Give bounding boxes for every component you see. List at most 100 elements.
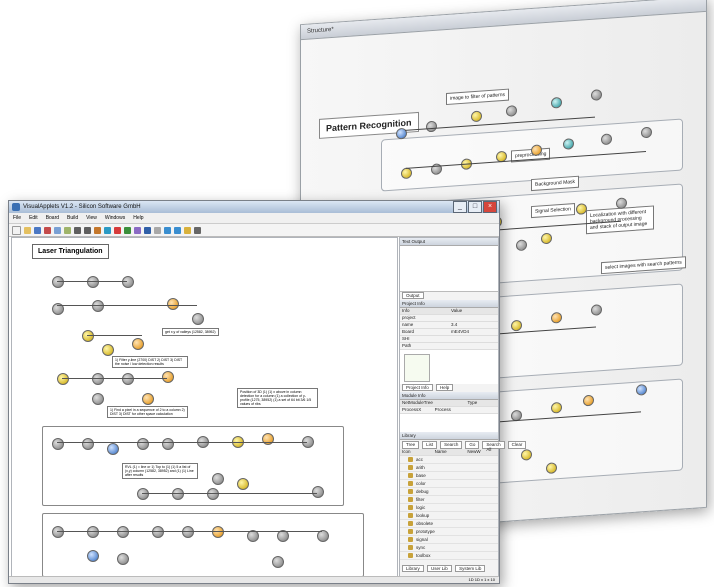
operator-node[interactable] bbox=[52, 526, 64, 538]
help-icon[interactable] bbox=[194, 226, 201, 234]
operator-node[interactable] bbox=[142, 393, 154, 405]
operator-node[interactable] bbox=[117, 553, 129, 565]
thumbnail-preview[interactable] bbox=[404, 354, 430, 382]
paste-icon[interactable] bbox=[64, 226, 71, 234]
operator-node[interactable] bbox=[132, 338, 144, 350]
operator-node[interactable] bbox=[87, 276, 99, 288]
link-icon[interactable] bbox=[144, 226, 151, 234]
operator-node[interactable] bbox=[87, 550, 99, 562]
operator-node[interactable] bbox=[172, 488, 184, 500]
copy-icon[interactable] bbox=[54, 226, 61, 234]
library-item[interactable]: toolbox bbox=[400, 552, 498, 560]
go-button[interactable]: Go bbox=[465, 441, 480, 449]
operator-node[interactable] bbox=[92, 300, 104, 312]
table-row[interactable]: Path bbox=[400, 343, 498, 350]
operator-node[interactable] bbox=[52, 276, 64, 288]
operator-node[interactable] bbox=[87, 526, 99, 538]
save-icon[interactable] bbox=[34, 226, 41, 234]
library-item[interactable]: acc bbox=[400, 456, 498, 464]
library-item[interactable]: obsolete bbox=[400, 520, 498, 528]
library-item[interactable]: base bbox=[400, 472, 498, 480]
operator-node[interactable] bbox=[107, 443, 119, 455]
tab-user-lib[interactable]: User Lib bbox=[427, 565, 452, 572]
canvas-note[interactable]: 1) Filter y-line (2700) DIST 2) DIST 3) … bbox=[112, 356, 188, 368]
open-icon[interactable] bbox=[24, 226, 31, 234]
maximize-button[interactable]: □ bbox=[468, 201, 482, 213]
clear-button[interactable]: Clear bbox=[507, 441, 527, 449]
run-icon[interactable] bbox=[104, 226, 111, 234]
operator-node[interactable] bbox=[92, 393, 104, 405]
operator-node[interactable] bbox=[312, 486, 324, 498]
library-item[interactable]: prototype bbox=[400, 528, 498, 536]
library-item[interactable]: lookup bbox=[400, 512, 498, 520]
operator-node[interactable] bbox=[162, 438, 174, 450]
minimize-button[interactable]: _ bbox=[453, 201, 467, 213]
close-button[interactable]: × bbox=[483, 201, 497, 213]
zoom-out-icon[interactable] bbox=[174, 226, 181, 234]
operator-node[interactable] bbox=[122, 276, 134, 288]
operator-node[interactable] bbox=[117, 526, 129, 538]
table-row[interactable]: name 3.4 bbox=[400, 322, 498, 329]
operator-node[interactable] bbox=[137, 438, 149, 450]
menu-board[interactable]: Board bbox=[46, 213, 59, 223]
zoom-in-icon[interactable] bbox=[164, 226, 171, 234]
canvas-note[interactable]: 1) Find a pixel in a sequence of 2 to a … bbox=[107, 406, 188, 418]
grid-icon[interactable] bbox=[154, 226, 161, 234]
menu-edit[interactable]: Edit bbox=[29, 213, 38, 223]
undo-icon[interactable] bbox=[74, 226, 81, 234]
tree-view-button[interactable]: Tree bbox=[402, 441, 420, 449]
operator-node[interactable] bbox=[237, 478, 249, 490]
operator-node[interactable] bbox=[471, 110, 482, 123]
operator-node[interactable] bbox=[182, 526, 194, 538]
tab-help[interactable]: Help bbox=[436, 384, 454, 391]
stop-icon[interactable] bbox=[114, 226, 121, 234]
text-output-area[interactable] bbox=[400, 246, 498, 292]
search-all-button[interactable]: Search All bbox=[482, 441, 505, 452]
library-item[interactable]: logic bbox=[400, 504, 498, 512]
list-view-button[interactable]: List bbox=[422, 441, 438, 449]
table-row[interactable]: Board mE4VD4 bbox=[400, 329, 498, 336]
table-row[interactable]: project bbox=[400, 315, 498, 322]
back-note[interactable]: Background Mask bbox=[531, 175, 580, 192]
operator-node[interactable] bbox=[551, 96, 562, 109]
operator-node[interactable] bbox=[192, 313, 204, 325]
operator-node[interactable] bbox=[92, 373, 104, 385]
canvas-note[interactable]: Position of 3D (1) (1) x above in column… bbox=[237, 388, 318, 408]
operator-node[interactable] bbox=[212, 473, 224, 485]
menu-view[interactable]: View bbox=[86, 213, 97, 223]
canvas-note[interactable]: get x,y of valleys (12582, 38952) bbox=[162, 328, 219, 336]
operator-node[interactable] bbox=[262, 433, 274, 445]
design-canvas[interactable]: Laser Triangulation get x,y of valleys (… bbox=[11, 237, 398, 581]
operator-node[interactable] bbox=[162, 371, 174, 383]
table-row[interactable]: ProcessX Process bbox=[400, 407, 498, 414]
table-row[interactable]: SHI bbox=[400, 336, 498, 343]
operator-node[interactable] bbox=[122, 373, 134, 385]
operator-node[interactable] bbox=[272, 556, 284, 568]
tab-project-info[interactable]: Project Info bbox=[402, 384, 433, 391]
build-icon[interactable] bbox=[94, 226, 101, 234]
library-item[interactable]: color bbox=[400, 480, 498, 488]
operator-node[interactable] bbox=[82, 438, 94, 450]
fit-icon[interactable] bbox=[184, 226, 191, 234]
menu-build[interactable]: Build bbox=[67, 213, 78, 223]
library-item[interactable]: sync bbox=[400, 544, 498, 552]
operator-node[interactable] bbox=[506, 105, 517, 117]
operator-node[interactable] bbox=[591, 89, 602, 101]
module-icon[interactable] bbox=[134, 226, 141, 234]
cut-icon[interactable] bbox=[44, 226, 51, 234]
check-icon[interactable] bbox=[124, 226, 131, 234]
operator-node[interactable] bbox=[212, 526, 224, 538]
redo-icon[interactable] bbox=[84, 226, 91, 234]
library-item[interactable]: signal bbox=[400, 536, 498, 544]
operator-node[interactable] bbox=[102, 344, 114, 356]
operator-node[interactable] bbox=[152, 526, 164, 538]
library-item[interactable]: filter bbox=[400, 496, 498, 504]
back-note[interactable]: image to filter of patterns bbox=[446, 88, 510, 106]
operator-node[interactable] bbox=[207, 488, 219, 500]
search-input[interactable]: Search bbox=[440, 441, 463, 449]
operator-node[interactable] bbox=[167, 298, 179, 310]
tab-output[interactable]: Output bbox=[402, 292, 424, 299]
operator-node[interactable] bbox=[137, 488, 149, 500]
menu-help[interactable]: Help bbox=[133, 213, 143, 223]
operator-node[interactable] bbox=[426, 120, 437, 133]
